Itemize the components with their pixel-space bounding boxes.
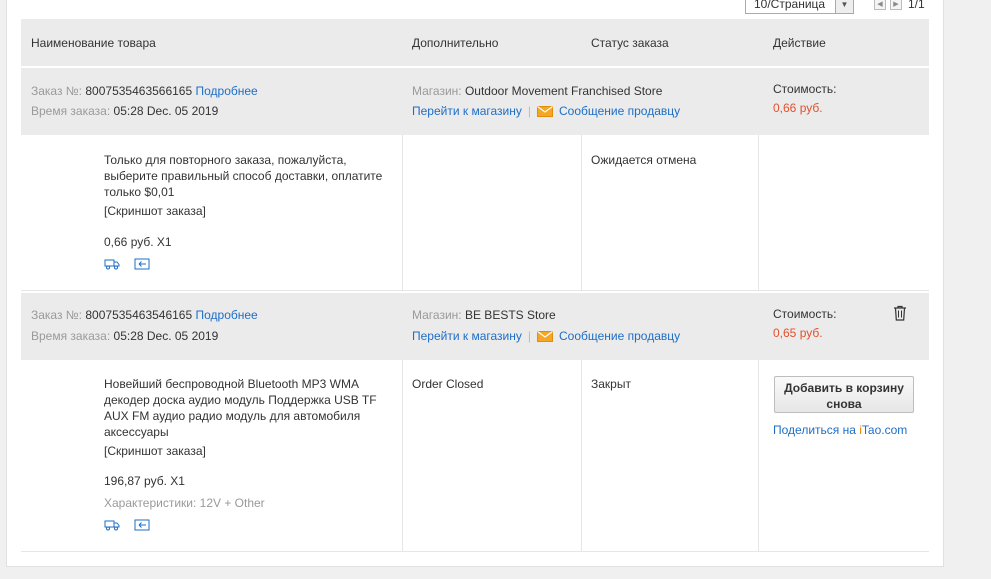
go-to-store-link[interactable]: Перейти к магазину — [412, 104, 522, 118]
per-page-value: 10/Страница — [754, 0, 826, 11]
product-title-line: декодер доска аудио модуль Поддержка USB… — [104, 393, 377, 407]
order-number-label: Заказ №: — [31, 84, 83, 98]
order-details-link[interactable]: Подробнее — [196, 84, 258, 98]
order-header: Заказ №: 8007535463566165 Подробнее Врем… — [21, 68, 929, 135]
order-header: Заказ №: 8007535463546165 Подробнее Врем… — [21, 293, 929, 360]
col-extra: Дополнительно — [412, 36, 499, 50]
return-icon[interactable] — [134, 258, 150, 270]
store-name: BE BESTS Store — [464, 308, 556, 322]
divider — [581, 360, 582, 551]
prev-page-button[interactable]: ◀ — [874, 0, 886, 10]
extra-info: Order Closed — [412, 377, 484, 391]
order-details-link[interactable]: Подробнее — [196, 308, 258, 322]
pagination: 10/Страница ▼ ◀ ▶ 1/1 — [745, 0, 925, 14]
cost-label: Стоимость: — [773, 307, 837, 321]
mail-icon — [537, 106, 553, 120]
product-title[interactable]: Только для повторного заказа, пожалуйста… — [104, 152, 404, 200]
product-title-line: Новейший беспроводной Bluetooth MP3 WMA — [104, 377, 359, 391]
table-header: Наименование товара Дополнительно Статус… — [21, 19, 929, 66]
qty-price: 196,87 руб. X1 — [104, 474, 185, 488]
message-seller-link[interactable]: Сообщение продавцу — [559, 329, 680, 343]
per-page-select[interactable]: 10/Страница ▼ — [745, 0, 854, 14]
link-separator: | — [527, 329, 531, 343]
order-body: Только для повторного заказа, пожалуйста… — [21, 135, 929, 291]
qty-price: 0,66 руб. X1 — [104, 235, 172, 249]
cost-label: Стоимость: — [773, 82, 837, 96]
order-cost: 0,66 руб. — [773, 101, 823, 115]
brand-rest: Tao.com — [861, 423, 908, 437]
share-brand: iTao.com — [859, 423, 907, 437]
page-count: 1/1 — [908, 0, 925, 11]
product-title-line: аксессуары — [104, 425, 169, 439]
order-status: Ожидается отмена — [591, 153, 697, 167]
go-to-store-link[interactable]: Перейти к магазину — [412, 329, 522, 343]
order-time: 05:28 Dec. 05 2019 — [113, 104, 219, 118]
trash-icon[interactable] — [893, 305, 907, 324]
order-cost: 0,65 руб. — [773, 326, 823, 340]
message-seller-link[interactable]: Сообщение продавцу — [559, 104, 680, 118]
order-time-label: Время заказа: — [31, 329, 111, 343]
mail-icon — [537, 331, 553, 345]
col-status: Статус заказа — [591, 36, 669, 50]
order-number: 8007535463566165 — [85, 84, 193, 98]
divider — [758, 360, 759, 551]
col-action: Действие — [773, 36, 826, 50]
truck-icon[interactable] — [104, 519, 120, 531]
order-time-label: Время заказа: — [31, 104, 111, 118]
divider — [581, 135, 582, 290]
next-page-button[interactable]: ▶ — [890, 0, 902, 10]
product-title-line: Только для повторного заказа, пожалуйста… — [104, 153, 347, 167]
product-specs: Характеристики: 12V + Other — [104, 496, 265, 510]
share-text: Поделиться на — [773, 423, 856, 437]
return-icon[interactable] — [134, 519, 150, 531]
add-to-cart-again-button[interactable]: Добавить в корзину снова — [774, 376, 914, 413]
chevron-down-icon: ▼ — [835, 0, 853, 13]
link-separator: | — [527, 104, 531, 118]
product-title-line: только $0,01 — [104, 185, 175, 199]
product-title[interactable]: Новейший беспроводной Bluetooth MP3 WMA … — [104, 376, 404, 440]
order-time: 05:28 Dec. 05 2019 — [113, 329, 219, 343]
store-name: Outdoor Movement Franchised Store — [464, 84, 663, 98]
order-body: Новейший беспроводной Bluetooth MP3 WMA … — [21, 360, 929, 552]
store-label: Магазин: — [412, 84, 462, 98]
order-screenshot-link[interactable]: [Скриншот заказа] — [104, 443, 206, 459]
truck-icon[interactable] — [104, 258, 120, 270]
product-title-line: AUX FM аудио радио модуль для автомобиля — [104, 409, 361, 423]
order-screenshot-link[interactable]: [Скриншот заказа] — [104, 203, 206, 219]
order-number-label: Заказ №: — [31, 308, 83, 322]
store-label: Магазин: — [412, 308, 462, 322]
order-status: Закрыт — [591, 377, 631, 391]
col-product: Наименование товара — [31, 36, 156, 50]
divider — [758, 135, 759, 290]
order-number: 8007535463546165 — [85, 308, 193, 322]
product-title-line: выберите правильный способ доставки, опл… — [104, 169, 383, 183]
share-link[interactable]: Поделиться на iTao.com — [773, 422, 907, 438]
